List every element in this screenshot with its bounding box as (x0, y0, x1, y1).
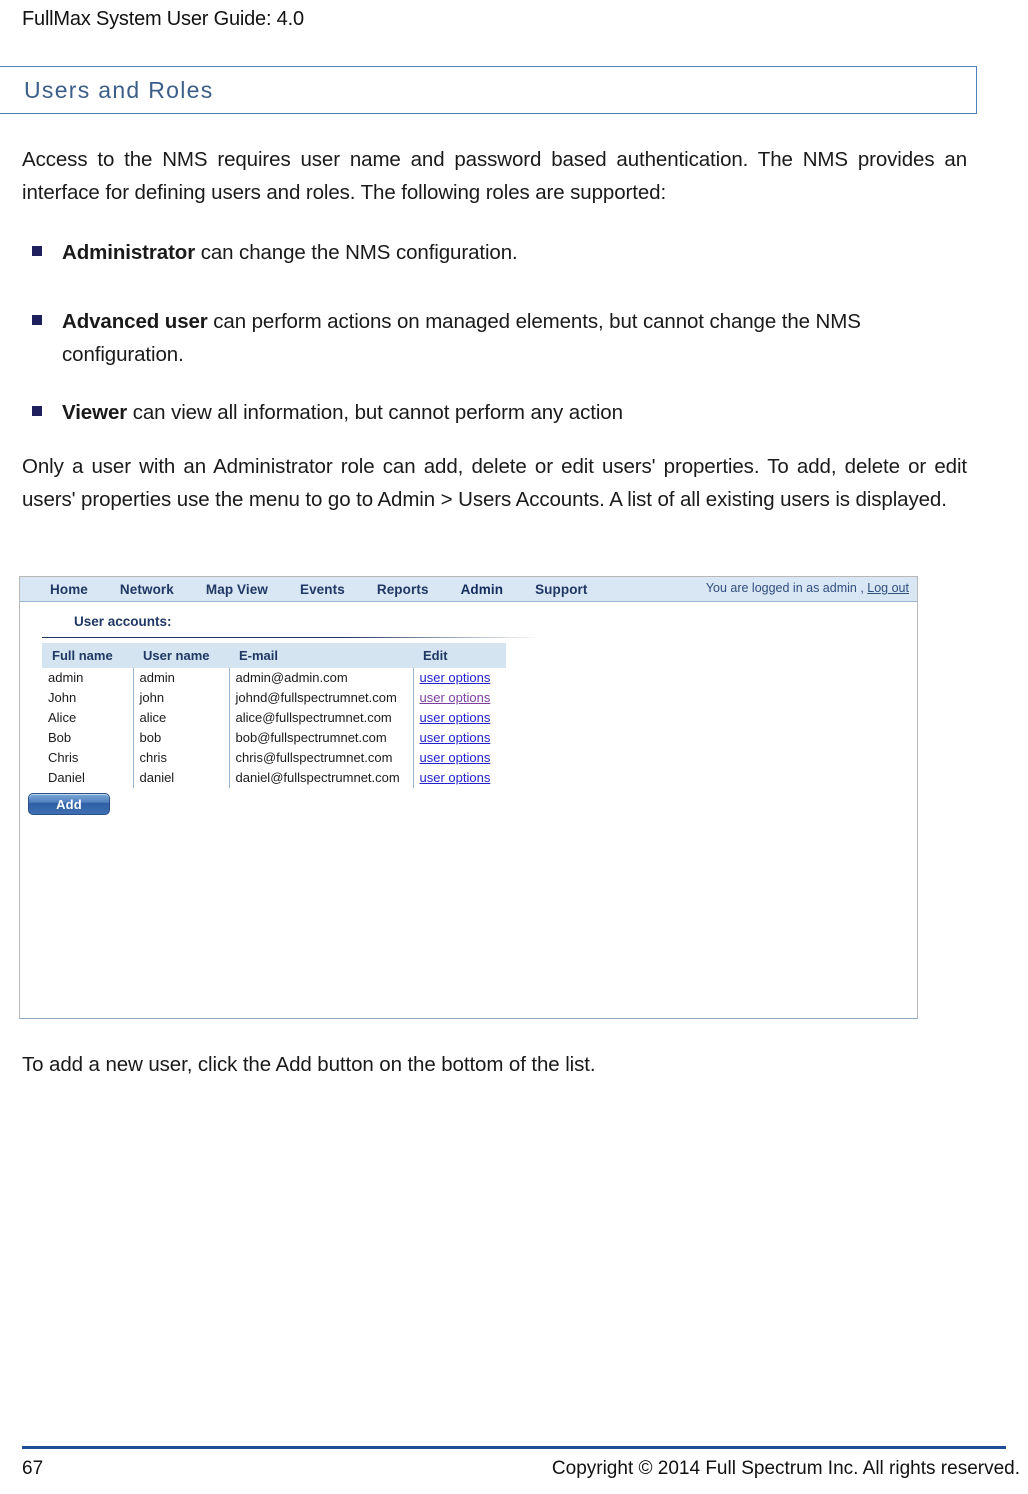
cell-user-name: admin (132, 668, 229, 688)
cell-user-name: chris (132, 748, 229, 768)
cell-email: alice@fullspectrumnet.com (228, 708, 413, 728)
nav-item-events[interactable]: Events (284, 582, 361, 597)
nav-item-network[interactable]: Network (104, 582, 190, 597)
session-status: You are logged in as admin , Log out (706, 581, 909, 595)
page-number: 67 (22, 1458, 44, 1479)
navbar-items: Home Network Map View Events Reports Adm… (34, 577, 604, 601)
bullet-square-icon (32, 406, 42, 416)
footer-rule (22, 1446, 1006, 1449)
user-options-link[interactable]: user options (420, 770, 491, 785)
app-navbar: Home Network Map View Events Reports Adm… (20, 577, 917, 602)
table-row: Bob bob bob@fullspectrumnet.com user opt… (42, 728, 506, 748)
nav-item-reports[interactable]: Reports (361, 582, 445, 597)
table-row: Daniel daniel daniel@fullspectrumnet.com… (42, 768, 506, 788)
nav-item-admin[interactable]: Admin (445, 582, 520, 597)
nav-item-support[interactable]: Support (519, 582, 603, 597)
screenshot-bottom-rule (19, 1018, 918, 1019)
user-options-link[interactable]: user options (420, 710, 491, 725)
intro-paragraph: Access to the NMS requires user name and… (22, 148, 967, 204)
cell-full-name: Daniel (48, 770, 85, 785)
column-header-full-name: Full name (42, 643, 133, 668)
cell-email: admin@admin.com (228, 668, 413, 688)
role-term: Administrator (62, 241, 196, 264)
admin-paragraph: Only a user with an Administrator role c… (22, 455, 967, 511)
cell-edit: user options (412, 748, 506, 768)
cell-edit: user options (412, 668, 506, 688)
copyright-notice: Copyright © 2014 Full Spectrum Inc. All … (551, 1458, 1020, 1479)
table-header-row: Full name User name E-mail Edit (42, 643, 506, 668)
add-user-button[interactable]: Add (28, 793, 110, 815)
column-header-edit: Edit (413, 643, 506, 668)
cell-edit: user options (412, 708, 506, 728)
logout-link[interactable]: Log out (867, 581, 909, 595)
cell-user-name: bob (132, 728, 229, 748)
cell-user-name: alice (132, 708, 229, 728)
cell-full-name: admin (48, 670, 84, 685)
page-title: Users and Roles (24, 77, 214, 103)
user-accounts-table: Full name User name E-mail Edit admin ad… (42, 643, 506, 788)
bullet-square-icon (32, 315, 42, 325)
closing-paragraph: To add a new user, click the Add button … (22, 1053, 596, 1076)
cell-user-name: daniel (132, 768, 229, 788)
session-label: You are logged in as admin , (705, 581, 868, 595)
role-description: can change the NMS configuration. (195, 241, 518, 264)
cell-user-name: john (132, 688, 229, 708)
embedded-screenshot: Home Network Map View Events Reports Adm… (19, 576, 918, 1019)
cell-full-name: John (48, 690, 77, 705)
running-head: FullMax System User Guide: 4.0 (22, 8, 304, 30)
role-term: Viewer (62, 401, 128, 424)
bullet-square-icon (32, 246, 42, 256)
cell-full-name: Chris (48, 750, 79, 765)
cell-email: daniel@fullspectrumnet.com (228, 768, 413, 788)
table-row: Alice alice alice@fullspectrumnet.com us… (42, 708, 506, 728)
table-row: John john johnd@fullspectrumnet.com user… (42, 688, 506, 708)
list-item: Administrator can change the NMS configu… (32, 236, 967, 269)
column-header-user-name: User name (133, 643, 229, 668)
user-options-link[interactable]: user options (420, 730, 491, 745)
table-row: admin admin admin@admin.com user options (42, 668, 506, 688)
nav-item-map-view[interactable]: Map View (190, 582, 284, 597)
cell-edit: user options (412, 768, 506, 788)
list-item: Viewer can view all information, but can… (32, 396, 967, 429)
cell-email: chris@fullspectrumnet.com (228, 748, 413, 768)
cell-full-name: Bob (48, 730, 72, 745)
cell-edit: user options (412, 728, 506, 748)
user-options-link[interactable]: user options (420, 690, 491, 705)
cell-full-name: Alice (48, 710, 77, 725)
list-item: Advanced user can perform actions on man… (32, 305, 967, 371)
role-term: Advanced user (62, 310, 208, 333)
panel-title-rule (42, 637, 542, 638)
panel-title: User accounts: (74, 614, 172, 629)
cell-email: bob@fullspectrumnet.com (228, 728, 413, 748)
cell-email: johnd@fullspectrumnet.com (228, 688, 413, 708)
nav-item-home[interactable]: Home (34, 582, 104, 597)
cell-edit: user options (412, 688, 506, 708)
table-row: Chris chris chris@fullspectrumnet.com us… (42, 748, 506, 768)
user-options-link[interactable]: user options (420, 670, 491, 685)
role-description: can view all information, but cannot per… (127, 401, 623, 424)
column-header-email: E-mail (229, 643, 413, 668)
user-options-link[interactable]: user options (420, 750, 491, 765)
